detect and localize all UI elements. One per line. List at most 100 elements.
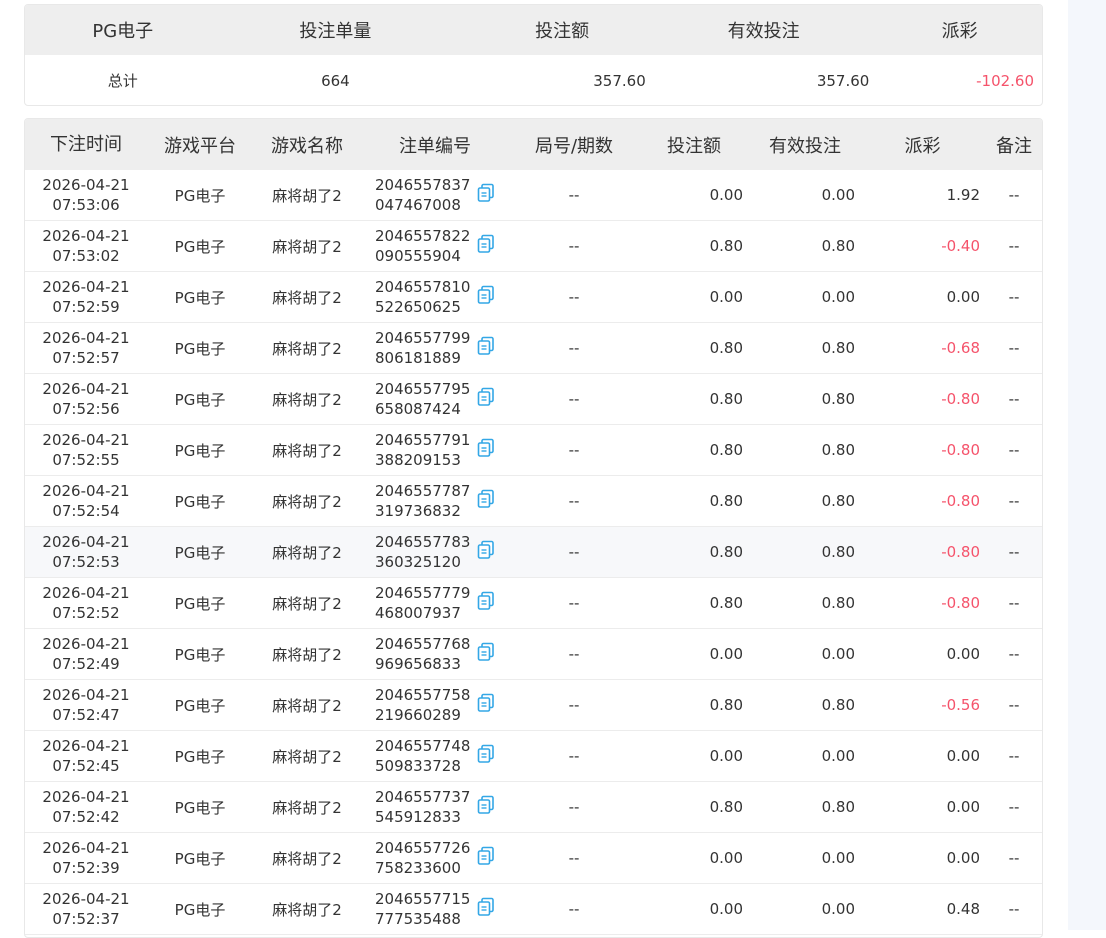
order-number-line2: 047467008 xyxy=(375,196,461,214)
order-number-line2: 758233600 xyxy=(375,859,461,877)
table-row[interactable]: 2026-04-21 07:52:49 PG电子 麻将胡了2 204655776… xyxy=(25,629,1042,680)
copy-icon[interactable] xyxy=(477,846,495,866)
cell-game-name: 麻将胡了2 xyxy=(272,747,342,766)
cell-payout: 0.00 xyxy=(946,645,980,663)
copy-icon[interactable] xyxy=(477,387,495,407)
cell-bet-time: 2026-04-21 07:52:47 xyxy=(25,685,147,725)
cell-platform: PG电子 xyxy=(174,492,226,511)
order-number-text: 2046557715 777535488 xyxy=(375,889,470,929)
copy-icon[interactable] xyxy=(477,744,495,764)
cell-bet-date: 2026-04-21 xyxy=(42,584,130,602)
cell-game-name: 麻将胡了2 xyxy=(272,543,342,562)
order-number-text: 2046557748 509833728 xyxy=(375,736,470,776)
cell-round: -- xyxy=(568,696,580,714)
order-number-text: 2046557837 047467008 xyxy=(375,175,470,215)
bet-record-table: 下注时间 游戏平台 游戏名称 注单编号 局号/期数 投注额 有效投注 派彩 备注… xyxy=(24,118,1043,938)
order-number-line1: 2046557768 xyxy=(375,635,471,653)
copy-icon[interactable] xyxy=(477,897,495,917)
order-number-line1: 2046557779 xyxy=(375,584,471,602)
cell-bet-amount: 0.80 xyxy=(709,390,743,408)
cell-round: -- xyxy=(568,543,580,561)
page: PG电子 投注单量 投注额 有效投注 派彩 总计 664 357.60 357.… xyxy=(0,0,1106,938)
copy-icon[interactable] xyxy=(477,642,495,662)
cell-valid-bet: 0.80 xyxy=(821,696,855,714)
table-row[interactable]: 2026-04-21 07:52:52 PG电子 麻将胡了2 204655777… xyxy=(25,578,1042,629)
copy-icon[interactable] xyxy=(477,540,495,560)
order-number-text: 2046557768 969656833 xyxy=(375,634,470,674)
cell-valid-bet: 0.00 xyxy=(821,186,855,204)
cell-payout: 0.00 xyxy=(946,288,980,306)
table-row[interactable]: 2026-04-21 07:52:59 PG电子 麻将胡了2 204655781… xyxy=(25,272,1042,323)
cell-platform: PG电子 xyxy=(174,288,226,307)
table-row[interactable]: 2026-04-21 07:52:42 PG电子 麻将胡了2 204655773… xyxy=(25,782,1042,833)
cell-platform: PG电子 xyxy=(174,645,226,664)
copy-icon[interactable] xyxy=(477,234,495,254)
cell-round: -- xyxy=(568,288,580,306)
cell-valid-bet: 0.80 xyxy=(821,543,855,561)
cell-valid-bet: 0.80 xyxy=(821,339,855,357)
cell-valid-bet: 0.80 xyxy=(821,594,855,612)
table-row[interactable]: 2026-04-21 07:52:53 PG电子 麻将胡了2 204655778… xyxy=(25,527,1042,578)
cell-round: -- xyxy=(568,390,580,408)
table-header: 下注时间 游戏平台 游戏名称 注单编号 局号/期数 投注额 有效投注 派彩 备注 xyxy=(25,119,1042,170)
cell-game-name: 麻将胡了2 xyxy=(272,288,342,307)
table-row[interactable]: 2026-04-21 07:52:39 PG电子 麻将胡了2 204655772… xyxy=(25,833,1042,884)
cell-bet-clock: 07:53:06 xyxy=(52,196,120,214)
table-row[interactable]: 2026-04-21 07:52:47 PG电子 麻将胡了2 204655775… xyxy=(25,680,1042,731)
table-row[interactable]: 2026-04-21 07:52:57 PG电子 麻将胡了2 204655779… xyxy=(25,323,1042,374)
copy-icon[interactable] xyxy=(477,183,495,203)
cell-bet-time: 2026-04-21 07:52:39 xyxy=(25,838,147,878)
table-row[interactable]: 2026-04-21 07:53:02 PG电子 麻将胡了2 204655782… xyxy=(25,221,1042,272)
cell-note: -- xyxy=(1008,288,1020,306)
table-row[interactable]: 2026-04-21 07:52:45 PG电子 麻将胡了2 204655774… xyxy=(25,731,1042,782)
copy-icon[interactable] xyxy=(477,693,495,713)
table-row[interactable]: 2026-04-21 07:52:56 PG电子 麻将胡了2 204655779… xyxy=(25,374,1042,425)
cell-note: -- xyxy=(1008,696,1020,714)
copy-icon[interactable] xyxy=(477,336,495,356)
order-number-text: 2046557783 360325120 xyxy=(375,532,470,572)
copy-icon[interactable] xyxy=(477,285,495,305)
order-number-line1: 2046557799 xyxy=(375,329,471,347)
cell-game-name: 麻将胡了2 xyxy=(272,696,342,715)
cell-note: -- xyxy=(1008,237,1020,255)
cell-game-name: 麻将胡了2 xyxy=(272,390,342,409)
order-number-text: 2046557799 806181889 xyxy=(375,328,470,368)
header-bet-amount: 投注额 xyxy=(667,135,721,157)
order-number-text: 2046557737 545912833 xyxy=(375,787,470,827)
order-number-text: 2046557822 090555904 xyxy=(375,226,470,266)
cell-note: -- xyxy=(1008,339,1020,357)
cell-valid-bet: 0.80 xyxy=(821,492,855,510)
summary-header-payout: 派彩 xyxy=(941,21,978,42)
cell-bet-time: 2026-04-21 07:52:56 xyxy=(25,379,147,419)
cell-bet-date: 2026-04-21 xyxy=(42,533,130,551)
summary-header-count: 投注单量 xyxy=(299,21,372,42)
copy-icon[interactable] xyxy=(477,591,495,611)
table-row[interactable]: 2026-04-21 07:53:06 PG电子 麻将胡了2 204655783… xyxy=(25,170,1042,221)
copy-icon[interactable] xyxy=(477,438,495,458)
cell-bet-amount: 0.80 xyxy=(709,594,743,612)
copy-icon[interactable] xyxy=(477,489,495,509)
table-row[interactable]: 2026-04-21 07:52:37 PG电子 麻将胡了2 204655771… xyxy=(25,884,1042,935)
cell-game-name: 麻将胡了2 xyxy=(272,594,342,613)
cell-platform: PG电子 xyxy=(174,798,226,817)
cell-note: -- xyxy=(1008,390,1020,408)
cell-bet-time: 2026-04-21 07:52:53 xyxy=(25,532,147,572)
table-row[interactable]: 2026-04-21 07:52:54 PG电子 麻将胡了2 204655778… xyxy=(25,476,1042,527)
summary-header-valid: 有效投注 xyxy=(727,21,800,42)
table-row[interactable]: 2026-04-21 07:52:55 PG电子 麻将胡了2 204655779… xyxy=(25,425,1042,476)
cell-bet-clock: 07:52:55 xyxy=(52,451,120,469)
summary-total-count: 664 xyxy=(321,71,350,90)
cell-bet-date: 2026-04-21 xyxy=(42,329,130,347)
cell-game-name: 麻将胡了2 xyxy=(272,900,342,919)
order-number-line1: 2046557715 xyxy=(375,890,471,908)
right-scroll-area[interactable] xyxy=(1068,0,1106,930)
cell-round: -- xyxy=(568,594,580,612)
cell-payout: -0.80 xyxy=(941,594,980,612)
order-number-line1: 2046557787 xyxy=(375,482,471,500)
order-number-line1: 2046557783 xyxy=(375,533,471,551)
cell-bet-clock: 07:52:52 xyxy=(52,604,120,622)
copy-icon[interactable] xyxy=(477,795,495,815)
order-number-line1: 2046557748 xyxy=(375,737,471,755)
cell-bet-time: 2026-04-21 07:52:42 xyxy=(25,787,147,827)
cell-note: -- xyxy=(1008,186,1020,204)
